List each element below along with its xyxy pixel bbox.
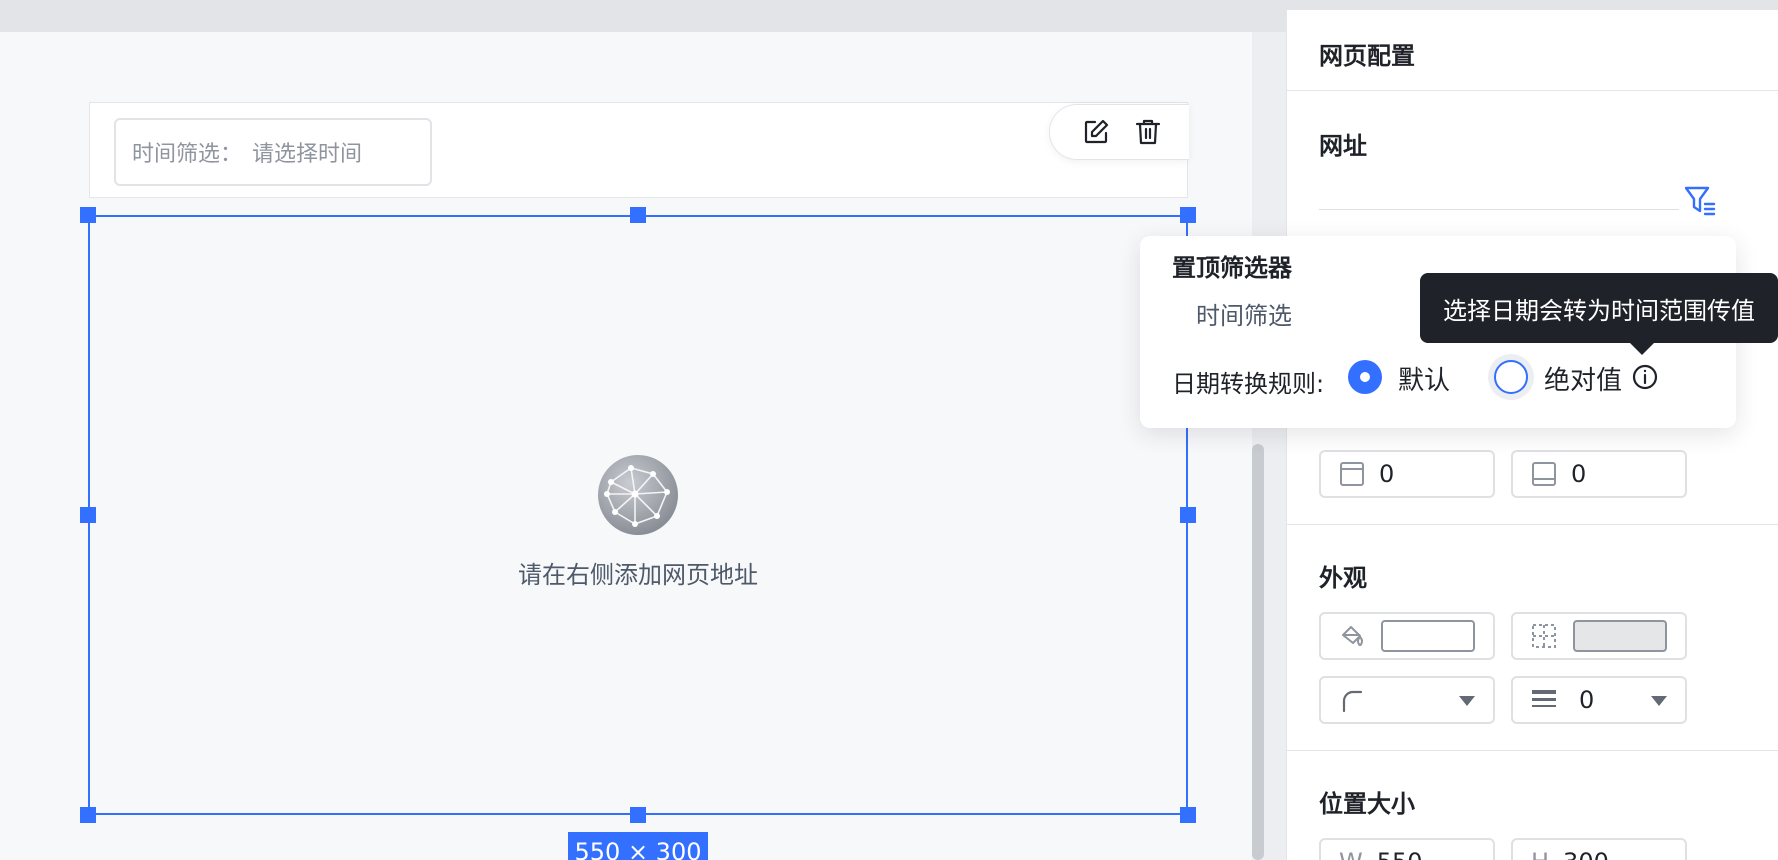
popover-title: 置顶筛选器	[1172, 254, 1292, 282]
background-color-swatch[interactable]	[1381, 620, 1475, 652]
tooltip-arrow	[1630, 343, 1654, 355]
corner-radius-icon	[1339, 687, 1365, 713]
width-value: 550	[1377, 848, 1423, 860]
border-width-value: 0	[1579, 686, 1595, 714]
canvas-scrollbar-thumb[interactable]	[1252, 444, 1264, 860]
url-input[interactable]	[1319, 170, 1679, 210]
radio-absolute[interactable]	[1494, 360, 1528, 394]
padding-top-field[interactable]: 0	[1319, 450, 1495, 498]
resize-handle-bottom[interactable]	[630, 807, 646, 823]
divider	[1287, 90, 1778, 91]
resize-handle-right[interactable]	[1180, 507, 1196, 523]
padding-top-value: 0	[1379, 460, 1395, 488]
border-width-select[interactable]: 0	[1511, 676, 1687, 724]
border-color-field[interactable]	[1511, 612, 1687, 660]
resize-handle-bottom-left[interactable]	[80, 807, 96, 823]
panel-title: 网页配置	[1319, 42, 1415, 70]
chevron-down-icon	[1459, 696, 1475, 706]
border-width-icon	[1531, 687, 1557, 713]
time-filter-label: 时间筛选：	[132, 142, 243, 167]
radio-default-label[interactable]: 默认	[1398, 360, 1450, 397]
top-bar	[0, 0, 1778, 10]
position-section-title: 位置大小	[1319, 790, 1415, 818]
top-filter-bar: 时间筛选： 请选择时间	[89, 102, 1188, 198]
padding-bottom-icon	[1531, 461, 1557, 487]
padding-top-icon	[1339, 461, 1365, 487]
resize-handle-top[interactable]	[630, 207, 646, 223]
radio-absolute-label[interactable]: 绝对值	[1544, 360, 1622, 397]
divider	[1287, 750, 1778, 751]
empty-placeholder-text: 请在右侧添加网页地址	[518, 561, 758, 589]
filter-icon[interactable]	[1683, 184, 1717, 218]
canvas-top-margin	[0, 10, 1286, 32]
config-panel: 网页配置 网址 0 0 外观 0 位置大小	[1286, 10, 1778, 860]
padding-bottom-field[interactable]: 0	[1511, 450, 1687, 498]
resize-handle-bottom-right[interactable]	[1180, 807, 1196, 823]
popover-filter-item[interactable]: 时间筛选	[1196, 296, 1292, 331]
paint-bucket-icon	[1339, 623, 1365, 649]
info-icon[interactable]	[1632, 364, 1658, 390]
component-size-label: 550 × 300	[568, 832, 708, 860]
divider	[1287, 524, 1778, 525]
border-color-swatch[interactable]	[1573, 620, 1667, 652]
time-filter-input[interactable]: 时间筛选： 请选择时间	[114, 118, 432, 186]
url-section-title: 网址	[1319, 132, 1367, 160]
background-color-field[interactable]	[1319, 612, 1495, 660]
height-field[interactable]: H 300	[1511, 838, 1687, 860]
time-filter-placeholder: 请选择时间	[252, 142, 363, 167]
width-label: W	[1339, 848, 1363, 860]
resize-handle-left[interactable]	[80, 507, 96, 523]
padding-bottom-value: 0	[1571, 460, 1587, 488]
corner-radius-select[interactable]	[1319, 676, 1495, 724]
edit-icon[interactable]	[1082, 118, 1110, 146]
date-rule-label: 日期转换规则:	[1172, 370, 1325, 398]
border-grid-icon	[1531, 623, 1557, 649]
date-rule-tooltip: 选择日期会转为时间范围传值	[1420, 273, 1778, 343]
appearance-section-title: 外观	[1319, 564, 1367, 592]
filter-bar-toolbar	[1049, 104, 1189, 160]
trash-icon[interactable]	[1134, 118, 1162, 146]
radio-default[interactable]	[1348, 360, 1382, 394]
width-field[interactable]: W 550	[1319, 838, 1495, 860]
resize-handle-top-right[interactable]	[1180, 207, 1196, 223]
height-label: H	[1531, 848, 1549, 860]
globe-icon	[597, 454, 679, 536]
resize-handle-top-left[interactable]	[80, 207, 96, 223]
height-value: 300	[1563, 848, 1609, 860]
chevron-down-icon	[1651, 696, 1667, 706]
